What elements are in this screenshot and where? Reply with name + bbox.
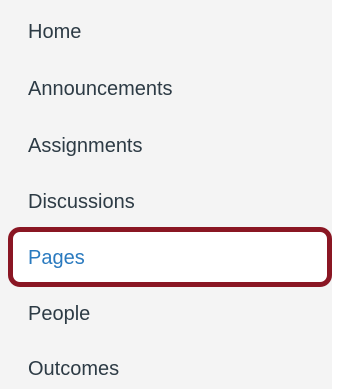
nav-item-announcements[interactable]: Announcements: [28, 77, 173, 101]
nav-item-assignments[interactable]: Assignments: [28, 134, 143, 158]
nav-item-outcomes[interactable]: Outcomes: [28, 357, 119, 381]
nav-item-people[interactable]: People: [28, 302, 90, 326]
nav-item-pages[interactable]: Pages: [28, 246, 85, 270]
course-navigation-panel: Home Announcements Assignments Discussio…: [0, 0, 344, 389]
nav-item-home[interactable]: Home: [28, 20, 81, 44]
course-navigation-menu: Home Announcements Assignments Discussio…: [0, 0, 332, 389]
nav-item-discussions[interactable]: Discussions: [28, 190, 135, 214]
